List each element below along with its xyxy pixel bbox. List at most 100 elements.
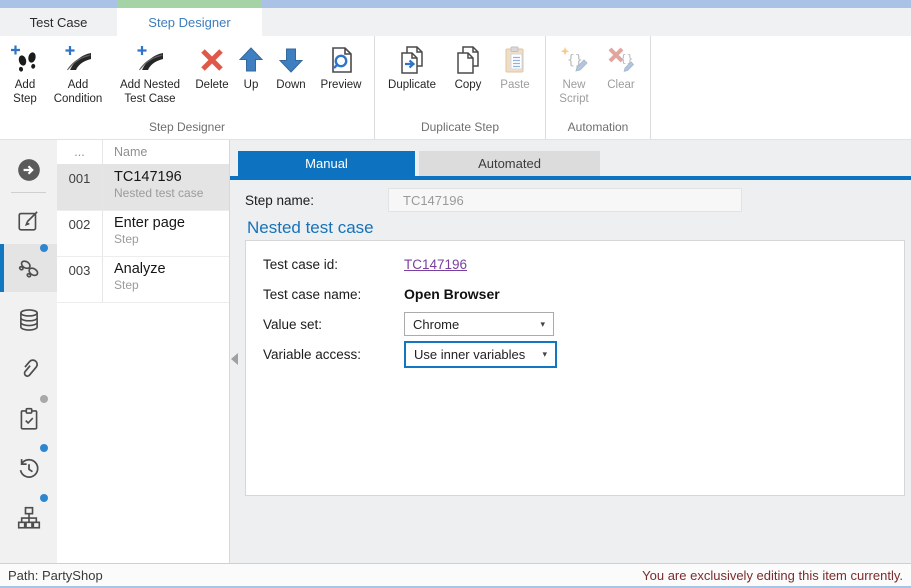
- step-row-name: Analyze: [114, 261, 229, 277]
- tab-test-case[interactable]: Test Case: [0, 8, 117, 36]
- step-row-name: Enter page: [114, 215, 229, 231]
- attachment-icon: [16, 356, 42, 382]
- sidebar-item-steps[interactable]: [0, 246, 57, 290]
- value-set-row: Value set: Chrome ▾: [246, 309, 904, 339]
- arrow-circle-icon: [16, 157, 42, 183]
- sidebar-item-history[interactable]: [0, 446, 57, 490]
- status-bar: Path: PartyShop You are exclusively edit…: [0, 563, 911, 588]
- step-row-name: TC147196: [114, 169, 229, 185]
- add-step-button[interactable]: Add Step: [4, 40, 46, 106]
- duplicate-label: Duplicate: [388, 79, 436, 93]
- tab-manual[interactable]: Manual: [238, 151, 415, 176]
- value-set-dropdown[interactable]: Chrome ▾: [404, 312, 554, 336]
- up-label: Up: [244, 79, 259, 93]
- test-case-name-value: Open Browser: [404, 286, 500, 302]
- steps-list-header: ... Name: [57, 140, 229, 165]
- step-row-number: 001: [57, 165, 103, 210]
- duplicate-button[interactable]: Duplicate: [379, 40, 445, 93]
- app-window: Test Case Step Designer Ad: [0, 0, 911, 588]
- preview-button[interactable]: Preview: [314, 40, 368, 93]
- variable-access-dropdown[interactable]: Use inner variables ▾: [404, 341, 557, 368]
- ribbon-group-automation: {} New Script {} Clear Automation: [546, 36, 651, 139]
- tab-step-designer[interactable]: Step Designer: [117, 8, 262, 36]
- left-sidebar: [0, 140, 57, 563]
- add-condition-button[interactable]: Add Condition: [46, 40, 110, 106]
- sidebar-item-hierarchy[interactable]: [0, 496, 57, 540]
- step-row-type: Step: [114, 232, 229, 246]
- variable-access-selected: Use inner variables: [414, 347, 525, 362]
- hierarchy-icon: [16, 505, 42, 531]
- column-header-menu[interactable]: ...: [57, 140, 103, 164]
- new-script-icon: {}: [558, 42, 590, 78]
- sidebar-item-attachments[interactable]: [0, 347, 57, 391]
- step-row-003[interactable]: 003 Analyze Step: [57, 257, 229, 303]
- variable-access-label: Variable access:: [263, 347, 404, 362]
- clear-script-icon: {}: [605, 42, 637, 78]
- sidebar-divider: [11, 192, 46, 193]
- database-icon: [16, 307, 42, 333]
- test-case-id-label: Test case id:: [263, 257, 404, 272]
- steps-badge: [40, 244, 48, 252]
- chevron-down-icon: ▾: [540, 319, 545, 330]
- duplicate-icon: [397, 42, 427, 78]
- variable-access-row: Variable access: Use inner variables ▾: [246, 339, 904, 369]
- value-set-selected: Chrome: [413, 317, 459, 332]
- history-badge: [40, 444, 48, 452]
- paste-button: Paste: [491, 40, 539, 93]
- step-row-type: Nested test case: [114, 186, 229, 200]
- add-condition-label: Add Condition: [46, 79, 110, 106]
- delete-icon: [197, 42, 227, 78]
- step-row-number: 003: [57, 257, 103, 302]
- status-path: Path: PartyShop: [8, 568, 103, 583]
- test-case-name-label: Test case name:: [263, 287, 404, 302]
- delete-button[interactable]: Delete: [190, 40, 234, 93]
- paste-label: Paste: [500, 79, 529, 93]
- step-row-number: 002: [57, 211, 103, 256]
- sidebar-item-checklist[interactable]: [0, 397, 57, 441]
- history-icon: [16, 455, 42, 481]
- step-name-row: Step name:: [245, 188, 742, 212]
- edit-icon: [16, 207, 42, 233]
- test-case-name-row: Test case name: Open Browser: [246, 279, 904, 309]
- hierarchy-badge: [40, 494, 48, 502]
- nested-test-case-form: Test case id: TC147196 Test case name: O…: [245, 240, 905, 496]
- up-arrow-icon: [236, 42, 266, 78]
- checklist-icon: [16, 406, 42, 432]
- down-button[interactable]: Down: [268, 40, 314, 93]
- value-set-label: Value set:: [263, 317, 404, 332]
- add-nested-test-case-label: Add Nested Test Case: [110, 79, 190, 106]
- checklist-badge: [40, 395, 48, 403]
- ribbon-group-step-designer: Add Step Add Condition: [0, 36, 375, 139]
- column-header-name[interactable]: Name: [103, 140, 229, 164]
- window-top-strip: [0, 0, 911, 8]
- test-case-id-row: Test case id: TC147196: [246, 249, 904, 279]
- sidebar-item-test-data[interactable]: [0, 298, 57, 342]
- sidebar-item-navigate[interactable]: [0, 148, 57, 192]
- tab-automated[interactable]: Automated: [419, 151, 600, 176]
- tab-underline: [230, 176, 911, 180]
- test-case-id-link[interactable]: TC147196: [404, 257, 467, 272]
- collapse-panel-handle[interactable]: [231, 353, 238, 365]
- add-condition-icon: [62, 42, 94, 78]
- ribbon-group-label-step-designer: Step Designer: [0, 120, 374, 134]
- steps-icon: [16, 255, 42, 281]
- step-name-input[interactable]: [388, 188, 742, 212]
- copy-button[interactable]: Copy: [445, 40, 491, 93]
- add-nested-test-case-icon: [134, 42, 166, 78]
- chevron-down-icon: ▾: [542, 349, 547, 360]
- steps-list-panel: ... Name 001 TC147196 Nested test case 0…: [57, 140, 230, 563]
- section-title: Nested test case: [247, 218, 374, 238]
- add-nested-test-case-button[interactable]: Add Nested Test Case: [110, 40, 190, 106]
- copy-icon: [453, 42, 483, 78]
- body-area: ... Name 001 TC147196 Nested test case 0…: [0, 140, 911, 563]
- status-message: You are exclusively editing this item cu…: [642, 568, 903, 583]
- add-step-icon: [9, 42, 41, 78]
- up-button[interactable]: Up: [234, 40, 268, 93]
- sidebar-item-edit[interactable]: [0, 198, 57, 242]
- step-name-label: Step name:: [245, 193, 388, 208]
- clear-script-label: Clear: [607, 79, 634, 93]
- copy-label: Copy: [455, 79, 482, 93]
- step-row-002[interactable]: 002 Enter page Step: [57, 211, 229, 257]
- step-row-001[interactable]: 001 TC147196 Nested test case: [57, 165, 229, 211]
- preview-label: Preview: [321, 79, 362, 93]
